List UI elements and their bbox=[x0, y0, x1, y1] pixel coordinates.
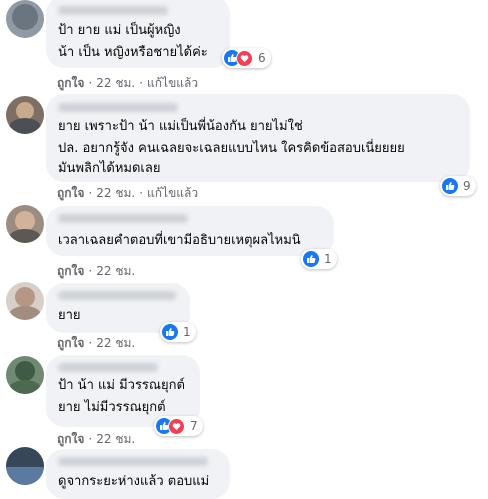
avatar[interactable] bbox=[6, 282, 44, 320]
avatar[interactable] bbox=[6, 447, 44, 485]
like-button[interactable]: ถูกใจ bbox=[57, 264, 84, 278]
comment-bubble: ป้า ยาย แม่ เป็นผู้หญิง น้า เป็น หญิงหรื… bbox=[46, 0, 230, 68]
comment-text-line: มันพลิกได้หมดเลย bbox=[58, 161, 161, 176]
edited-label[interactable]: แก้ไขแล้ว bbox=[147, 76, 198, 90]
comment-actions: ถูกใจ · 22 ชม. bbox=[57, 264, 136, 278]
comment-text-line: ยาย ไม่มีวรรณยุกต์ bbox=[58, 400, 166, 415]
comment-text-line: ป้า น้า แม่ มีวรรณยุกต์ bbox=[58, 378, 185, 393]
author-name-blurred[interactable] bbox=[58, 457, 208, 466]
author-name-blurred[interactable] bbox=[58, 214, 188, 223]
author-name-blurred[interactable] bbox=[58, 103, 178, 112]
timestamp[interactable]: 22 ชม. bbox=[96, 264, 135, 278]
reaction-count: 1 bbox=[183, 325, 191, 339]
edited-label[interactable]: แก้ไขแล้ว bbox=[147, 186, 198, 200]
like-button[interactable]: ถูกใจ bbox=[57, 432, 84, 446]
comment-text-line: ยาย bbox=[58, 308, 81, 323]
avatar[interactable] bbox=[6, 356, 44, 394]
like-button[interactable]: ถูกใจ bbox=[57, 186, 84, 200]
comment-actions: ถูกใจ · 22 ชม. bbox=[57, 336, 136, 350]
love-icon bbox=[168, 417, 185, 435]
like-button[interactable]: ถูกใจ bbox=[57, 336, 84, 350]
reaction-count: 1 bbox=[324, 252, 332, 266]
timestamp[interactable]: 22 ชม. bbox=[96, 186, 135, 200]
comment-bubble: ดูจากระยะห่างแล้ว ตอบแม่ bbox=[46, 449, 230, 499]
author-name-blurred[interactable] bbox=[58, 291, 176, 300]
like-icon bbox=[303, 251, 319, 267]
reaction-count: 6 bbox=[258, 51, 266, 65]
like-icon bbox=[162, 324, 178, 340]
reaction-summary[interactable]: 6 bbox=[222, 48, 271, 68]
comment-text-line: ปล. อยากรู้จัง คนเฉลยจะเฉลยแบบไหน ใครคิด… bbox=[58, 141, 405, 156]
reaction-summary[interactable]: 7 bbox=[154, 416, 203, 436]
timestamp[interactable]: 22 ชม. bbox=[96, 336, 135, 350]
comment-text-line: ยาย เพราะป้า น้า แม่เป็นพี่น้องกัน ยายไม… bbox=[58, 119, 303, 134]
comment-bubble: เวลาเฉลยคำตอบที่เขามีอธิบายเหตุผลไหมนิ bbox=[46, 206, 334, 256]
avatar[interactable] bbox=[6, 96, 44, 134]
comment-text-line: น้า เป็น หญิงหรือชายได้ค่ะ bbox=[58, 45, 208, 60]
comment-bubble: ยาย เพราะป้า น้า แม่เป็นพี่น้องกัน ยายไม… bbox=[46, 94, 470, 182]
like-icon bbox=[442, 178, 458, 194]
love-icon bbox=[236, 49, 253, 67]
comment-actions: ถูกใจ · 22 ชม. · แก้ไขแล้ว bbox=[57, 186, 199, 200]
reaction-count: 9 bbox=[463, 179, 471, 193]
timestamp[interactable]: 22 ชม. bbox=[96, 76, 135, 90]
comment-actions: ถูกใจ · 22 ชม. · แก้ไขแล้ว bbox=[57, 76, 199, 90]
avatar[interactable] bbox=[6, 0, 44, 38]
like-button[interactable]: ถูกใจ bbox=[57, 76, 84, 90]
reaction-summary[interactable]: 9 bbox=[440, 176, 476, 196]
reaction-summary[interactable]: 1 bbox=[160, 322, 196, 342]
author-name-blurred[interactable] bbox=[58, 363, 158, 372]
reaction-summary[interactable]: 1 bbox=[301, 249, 337, 269]
reaction-count: 7 bbox=[190, 419, 198, 433]
comment-actions: ถูกใจ · 22 ชม. bbox=[57, 432, 136, 446]
avatar[interactable] bbox=[6, 205, 44, 243]
timestamp[interactable]: 22 ชม. bbox=[96, 432, 135, 446]
comment-text-line: เวลาเฉลยคำตอบที่เขามีอธิบายเหตุผลไหมนิ bbox=[58, 233, 301, 248]
comment-text-line: ดูจากระยะห่างแล้ว ตอบแม่ bbox=[58, 474, 210, 489]
author-name-blurred[interactable] bbox=[58, 6, 168, 15]
comment-text-line: ป้า ยาย แม่ เป็นผู้หญิง bbox=[58, 23, 181, 38]
